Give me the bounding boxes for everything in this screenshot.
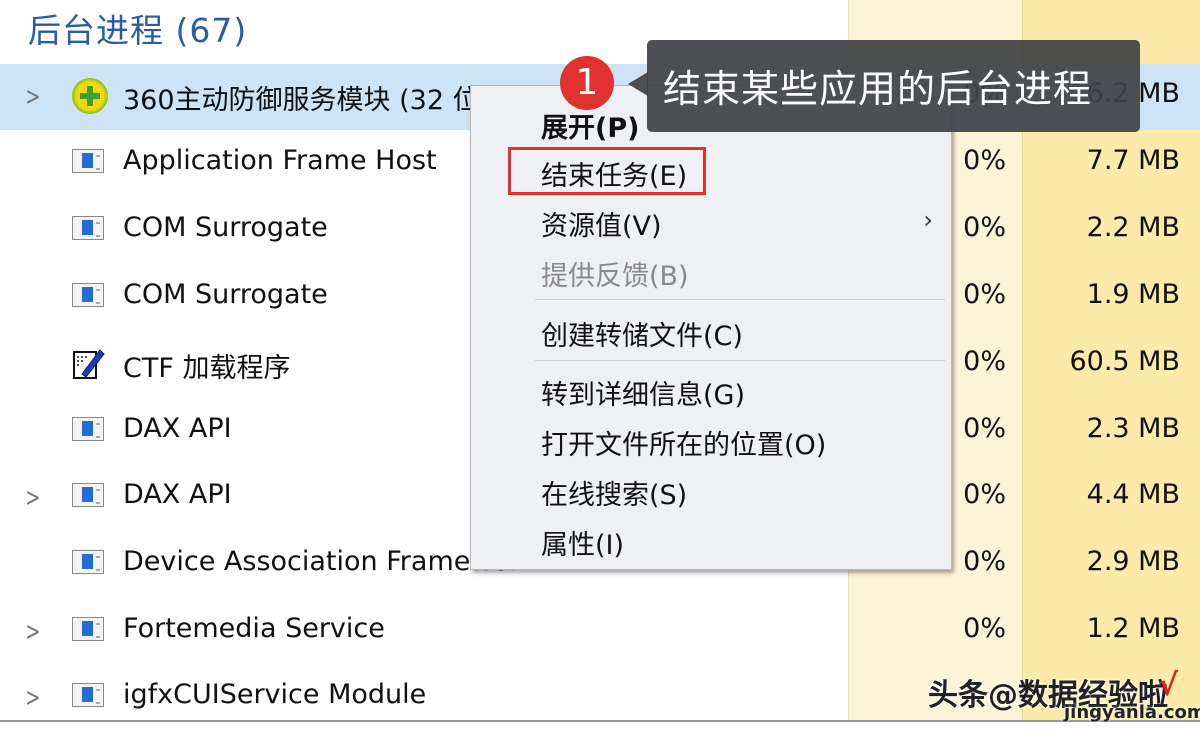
process-cpu: 0% (963, 613, 1006, 644)
expand-chevron-icon[interactable]: > (25, 683, 40, 713)
process-window-icon (72, 550, 104, 576)
menu-item-properties[interactable]: 属性(I) (541, 523, 624, 562)
expand-chevron-icon[interactable]: > (25, 82, 40, 112)
process-name: COM Surrogate (123, 279, 328, 310)
menu-item-expand[interactable]: 展开(P) (541, 106, 639, 145)
process-memory: 7.7 MB (1086, 145, 1180, 176)
expand-chevron-icon[interactable]: > (25, 617, 40, 647)
process-window-icon (72, 683, 104, 709)
menu-item-resource-values[interactable]: 资源值(V) (541, 204, 941, 243)
process-name: 360主动防御服务模块 (32 位) (123, 85, 491, 116)
menu-separator (535, 299, 945, 300)
process-name: igfxCUIService Module (123, 679, 427, 710)
menu-item-go-to-details[interactable]: 转到详细信息(G) (541, 373, 745, 412)
menu-item-feedback: 提供反馈(B) (541, 261, 689, 292)
process-memory: 2.3 MB (1086, 413, 1180, 444)
360-shield-icon (72, 78, 108, 114)
menu-separator (535, 360, 945, 361)
submenu-arrow-icon: › (923, 206, 933, 234)
process-memory: 1.2 MB (1086, 613, 1180, 644)
menu-item-open-file-location[interactable]: 打开文件所在的位置(O) (541, 423, 826, 462)
bottom-strip (0, 722, 1200, 728)
process-name: DAX API (123, 413, 232, 444)
process-window-icon (72, 283, 104, 309)
tooltip-text: 结束某些应用的后台进程 (663, 67, 1093, 111)
process-memory: 60.5 MB (1069, 346, 1180, 377)
annotation-tooltip: 结束某些应用的后台进程 (647, 40, 1140, 132)
process-window-icon (72, 149, 104, 175)
menu-item-label: 资源值(V) (541, 211, 662, 242)
process-window-icon (72, 216, 104, 242)
process-name: DAX API (123, 479, 232, 510)
tooltip-pointer (628, 72, 648, 96)
menu-item-create-dump[interactable]: 创建转储文件(C) (541, 314, 743, 353)
menu-item-search-online[interactable]: 在线搜索(S) (541, 473, 687, 512)
process-row[interactable]: > Fortemedia Service 0% 1.2 MB (0, 599, 1200, 665)
process-name: COM Surrogate (123, 212, 328, 243)
process-memory: 1.9 MB (1086, 279, 1180, 310)
ctf-pen-icon (72, 349, 105, 379)
section-title-background-processes: 后台进程 (67) (28, 11, 248, 50)
process-window-icon (72, 483, 104, 509)
process-name: Application Frame Host (123, 145, 437, 176)
end-task-highlight-box (508, 147, 706, 195)
expand-chevron-icon[interactable]: > (25, 483, 40, 513)
watermark-site: jingyanla.com (1064, 702, 1200, 723)
process-name: CTF 加载程序 (123, 353, 291, 384)
process-memory: 2.2 MB (1086, 212, 1180, 243)
step-number-badge: 1 (560, 56, 614, 110)
process-memory: 2.9 MB (1086, 546, 1180, 577)
process-memory: 4.4 MB (1086, 479, 1180, 510)
watermark-check-icon: √ (1158, 668, 1179, 703)
process-name: Fortemedia Service (123, 613, 385, 644)
process-window-icon (72, 617, 104, 643)
process-window-icon (72, 417, 104, 443)
